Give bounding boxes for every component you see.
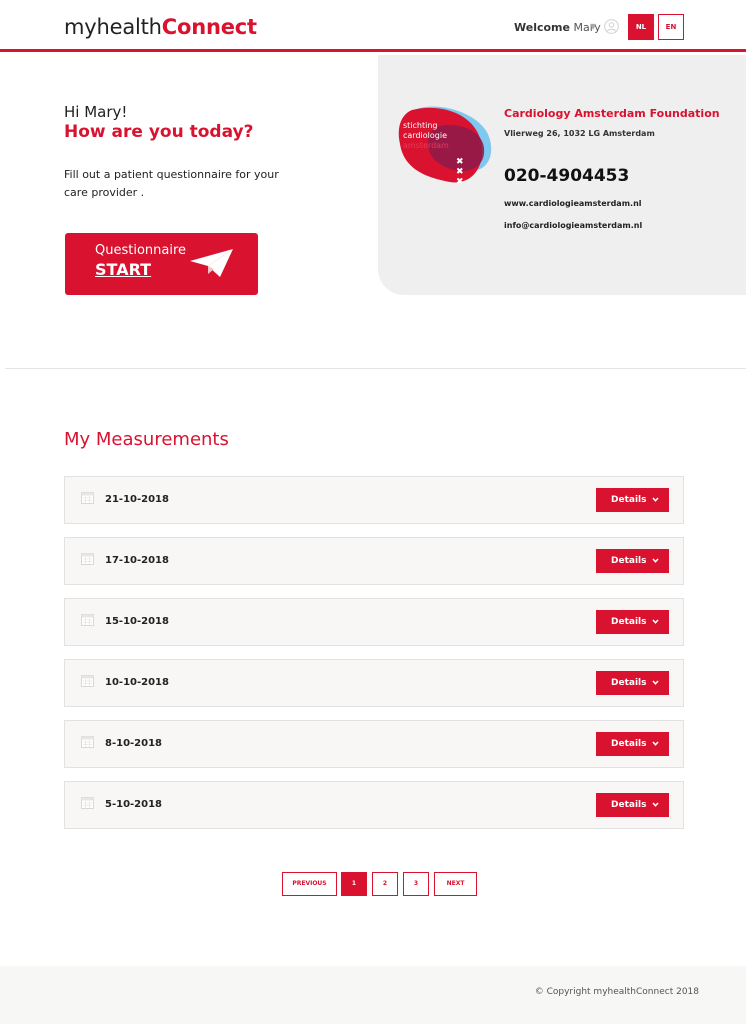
measurement-date: 15-10-2018 xyxy=(105,616,169,627)
provider-name: Cardiology Amsterdam Foundation xyxy=(504,107,720,120)
chevron-down-icon xyxy=(652,680,659,685)
pagination-page-1[interactable]: 1 xyxy=(341,872,367,896)
section-divider xyxy=(5,368,746,369)
logo-text-2: cardiologie xyxy=(403,131,447,140)
measurements-title: My Measurements xyxy=(64,429,229,450)
details-button[interactable]: Details xyxy=(596,732,669,756)
pagination-page-2[interactable]: 2 xyxy=(372,872,398,896)
intro-text: Fill out a patient questionnaire for you… xyxy=(64,168,279,199)
details-button[interactable]: Details xyxy=(596,488,669,512)
svg-text:✖: ✖ xyxy=(456,157,464,167)
pagination-previous-button[interactable]: PREVIOUS xyxy=(282,872,337,896)
chevron-down-icon xyxy=(652,802,659,807)
paper-plane-icon xyxy=(190,249,233,277)
language-nl-button[interactable]: NL xyxy=(628,14,654,40)
details-button[interactable]: Details xyxy=(596,549,669,573)
measurement-date: 5-10-2018 xyxy=(105,799,163,810)
svg-text:✖: ✖ xyxy=(456,177,464,187)
svg-text:✖: ✖ xyxy=(456,167,464,177)
questionnaire-start-button[interactable]: Questionnaire START xyxy=(65,233,258,295)
page-footer: © Copyright myhealthConnect 2018 xyxy=(0,966,746,1024)
provider-phone[interactable]: 020-4904453 xyxy=(504,166,629,186)
measurement-row[interactable]: 21-10-2018 Details xyxy=(64,476,684,524)
measurement-row[interactable]: 5-10-2018 Details xyxy=(64,781,684,829)
provider-website-link[interactable]: www.cardiologieamsterdam.nl xyxy=(504,199,642,208)
cardiology-foundation-logo: stichting cardiologie amsterdam ✖ ✖ ✖ xyxy=(398,106,492,187)
measurement-row[interactable]: 15-10-2018 Details xyxy=(64,598,684,646)
chevron-down-icon xyxy=(652,558,659,563)
measurement-row[interactable]: 17-10-2018 Details xyxy=(64,537,684,585)
chevron-down-icon xyxy=(652,497,659,502)
provider-address: Vlierweg 26, 1032 LG Amsterdam xyxy=(504,129,655,138)
measurement-row[interactable]: 10-10-2018 Details xyxy=(64,659,684,707)
provider-email-link[interactable]: info@cardiologieamsterdam.nl xyxy=(504,221,642,230)
start-label: START xyxy=(95,260,152,279)
welcome-label: Welcome xyxy=(514,21,570,34)
measurement-date: 21-10-2018 xyxy=(105,494,169,505)
logo-text-3: amsterdam xyxy=(403,141,449,150)
user-avatar-icon[interactable] xyxy=(604,19,619,34)
logo-text-1: stichting xyxy=(403,121,438,130)
calendar-icon xyxy=(81,492,94,504)
calendar-icon xyxy=(81,614,94,626)
copyright-text: © Copyright myhealthConnect 2018 xyxy=(534,987,699,997)
details-button[interactable]: Details xyxy=(596,793,669,817)
pagination-next-button[interactable]: NEXT xyxy=(434,872,477,896)
greeting-text: Hi Mary! xyxy=(64,103,128,121)
details-button[interactable]: Details xyxy=(596,610,669,634)
chevron-down-icon[interactable]: ▼ xyxy=(590,22,596,31)
calendar-icon xyxy=(81,553,94,565)
language-en-button[interactable]: EN xyxy=(658,14,684,40)
calendar-icon xyxy=(81,675,94,687)
calendar-icon xyxy=(81,736,94,748)
measurement-date: 17-10-2018 xyxy=(105,555,169,566)
chevron-down-icon xyxy=(652,741,659,746)
brand-logo[interactable]: myhealthConnect xyxy=(64,15,257,39)
measurement-row[interactable]: 8-10-2018 Details xyxy=(64,720,684,768)
greeting-question: How are you today? xyxy=(64,122,254,142)
measurement-date: 10-10-2018 xyxy=(105,677,169,688)
questionnaire-label: Questionnaire xyxy=(95,243,187,258)
welcome-user-menu[interactable]: Welcome Mary xyxy=(514,21,601,34)
details-button[interactable]: Details xyxy=(596,671,669,695)
top-header: myhealthConnect Welcome Mary ▼ NL EN xyxy=(0,0,746,52)
measurement-date: 8-10-2018 xyxy=(105,738,163,749)
user-name: Mary xyxy=(573,21,601,34)
chevron-down-icon xyxy=(652,619,659,624)
calendar-icon xyxy=(81,797,94,809)
pagination-page-3[interactable]: 3 xyxy=(403,872,429,896)
